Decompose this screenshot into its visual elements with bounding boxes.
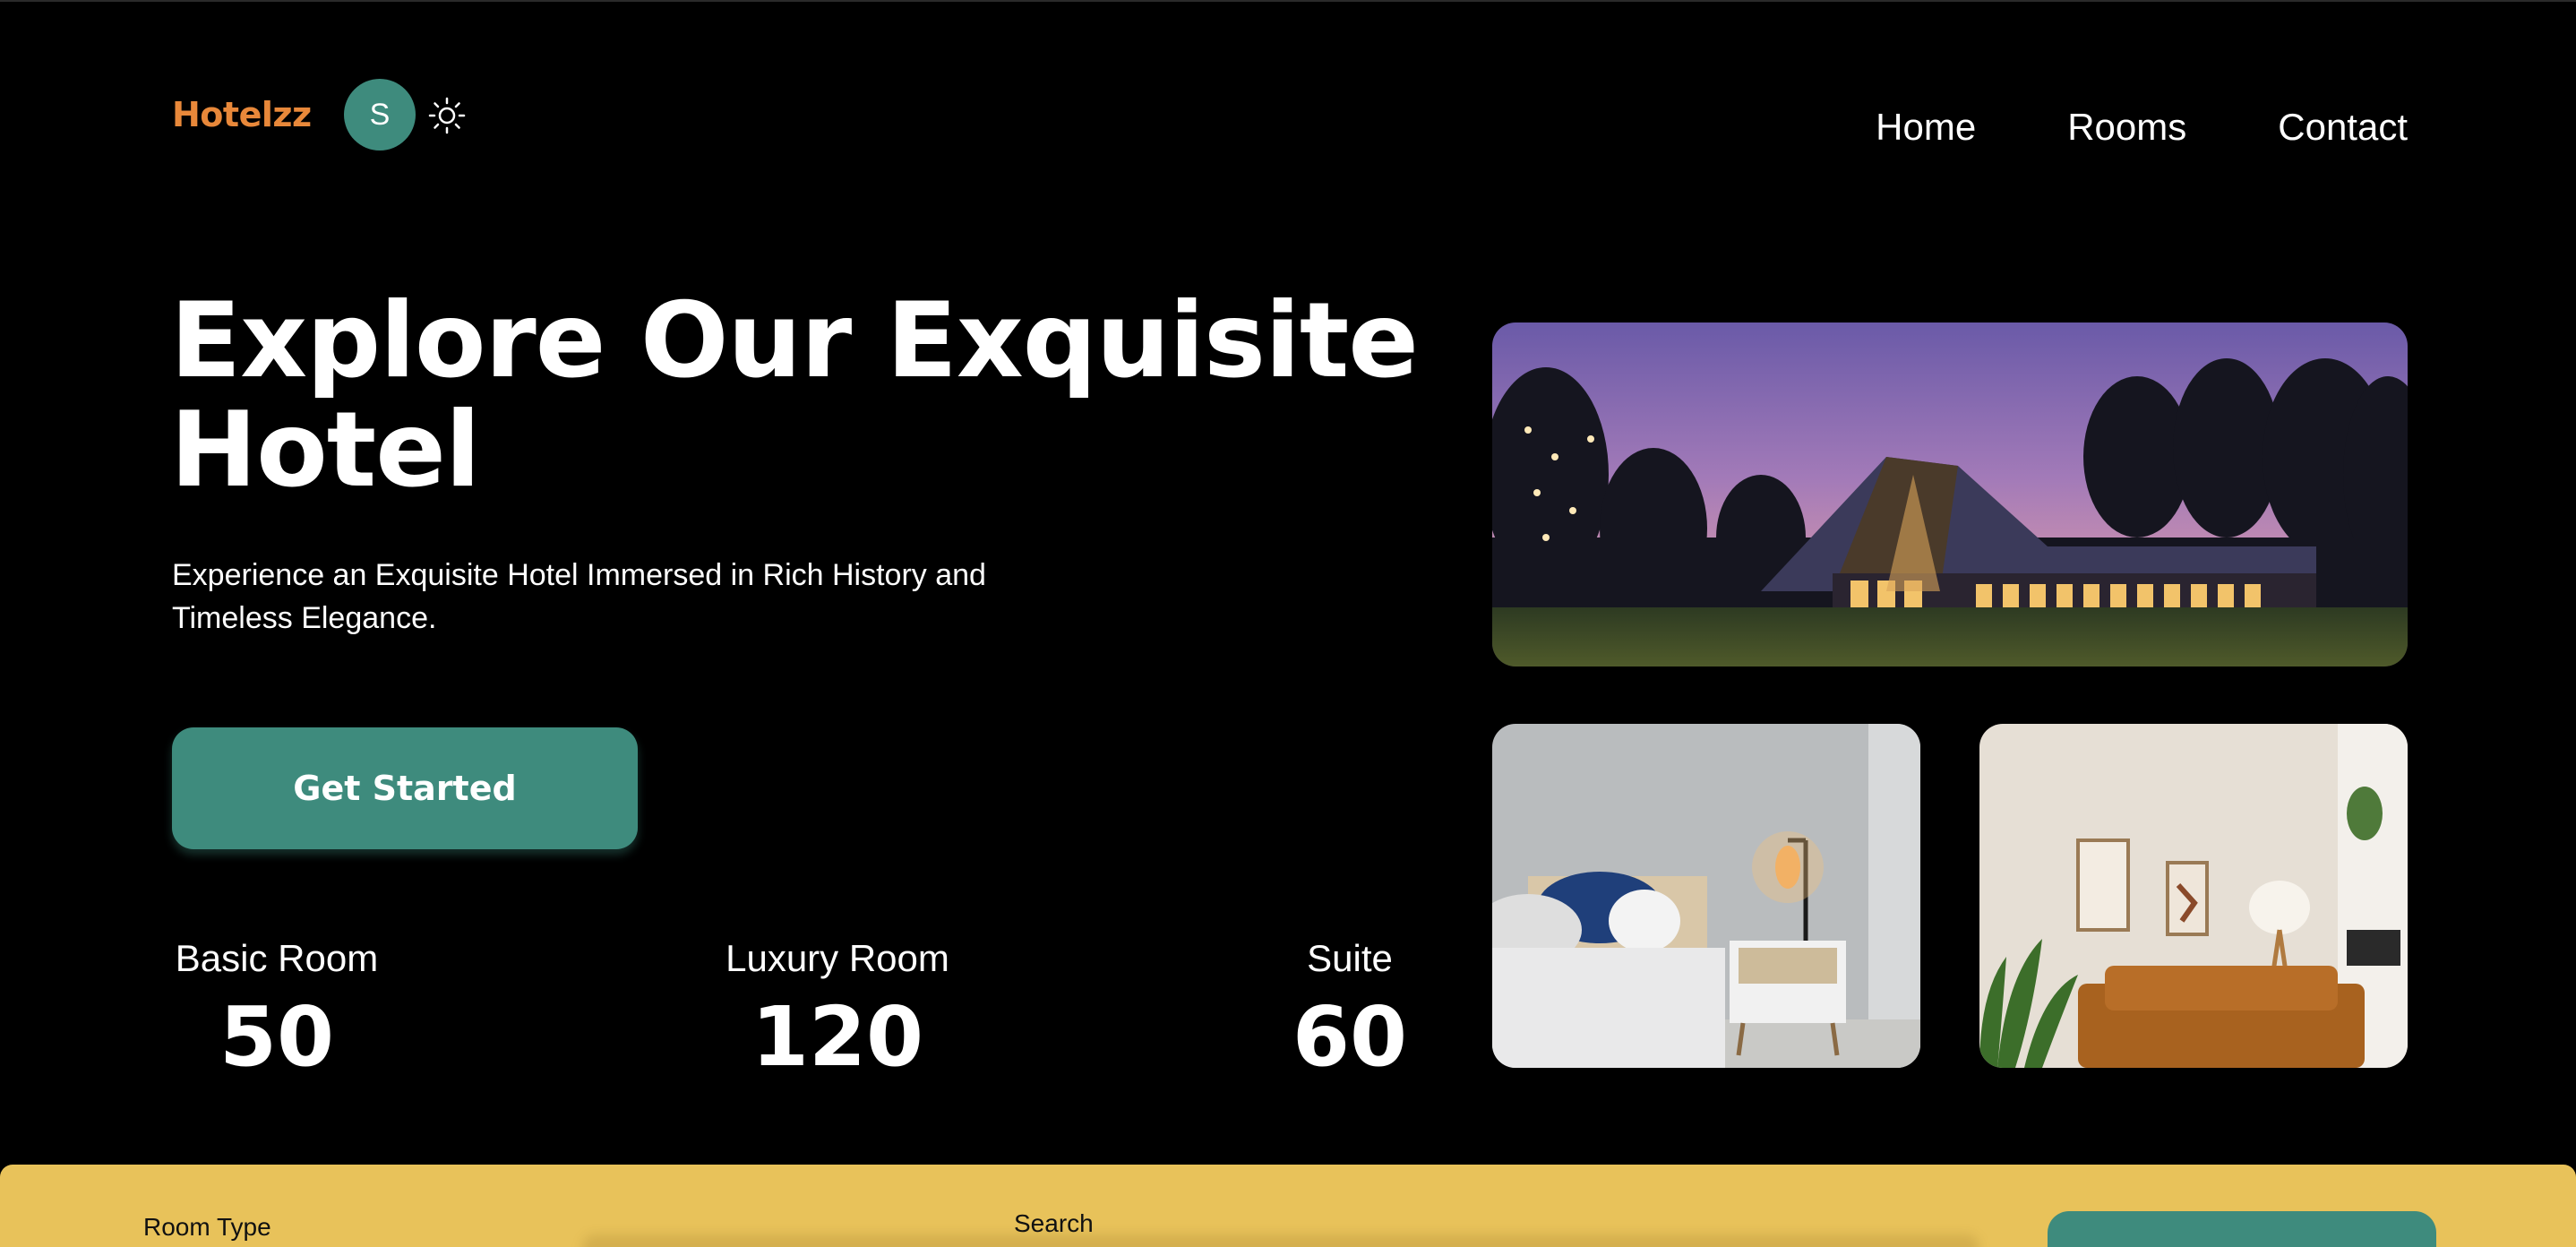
hero-subtitle: Experience an Exquisite Hotel Immersed i… — [172, 558, 986, 635]
sun-icon — [428, 97, 466, 134]
living-room-image — [1979, 724, 2408, 1068]
nav-rooms-link[interactable]: Rooms — [2067, 102, 2186, 152]
stat-value: 120 — [751, 989, 924, 1085]
bedroom-image — [1492, 724, 1920, 1068]
stat-label: Luxury Room — [726, 937, 949, 979]
stat-basic-room: Basic Room 50 — [172, 933, 382, 1091]
stat-luxury-room: Luxury Room 120 — [724, 933, 951, 1091]
room-type-label: Room Type — [143, 1213, 271, 1241]
stat-value: 50 — [219, 989, 335, 1085]
user-avatar[interactable]: S — [344, 79, 416, 150]
hotel-exterior-image — [1492, 322, 2408, 666]
search-input[interactable] — [582, 1234, 1979, 1247]
booking-submit-button[interactable] — [2048, 1211, 2436, 1247]
theme-toggle-button[interactable] — [428, 97, 466, 134]
logo[interactable]: Hotelzz — [172, 95, 312, 134]
search-label: Search — [1014, 1209, 1094, 1237]
stat-label: Suite — [1307, 937, 1393, 979]
main-nav: Home Rooms Contact — [1876, 102, 2408, 152]
landing-page: Hotelzz S Home Rooms Contact Explore Our… — [0, 0, 2576, 1247]
avatar-initial: S — [369, 97, 391, 132]
stat-label: Basic Room — [175, 937, 379, 979]
hero-title: Explore Our Exquisite Hotel — [170, 280, 1419, 511]
stat-value: 60 — [1292, 989, 1408, 1085]
nav-contact-link[interactable]: Contact — [2278, 102, 2408, 152]
nav-home-link[interactable]: Home — [1876, 102, 1976, 152]
get-started-button[interactable]: Get Started — [172, 727, 638, 849]
stat-suite: Suite 60 — [1290, 933, 1410, 1091]
